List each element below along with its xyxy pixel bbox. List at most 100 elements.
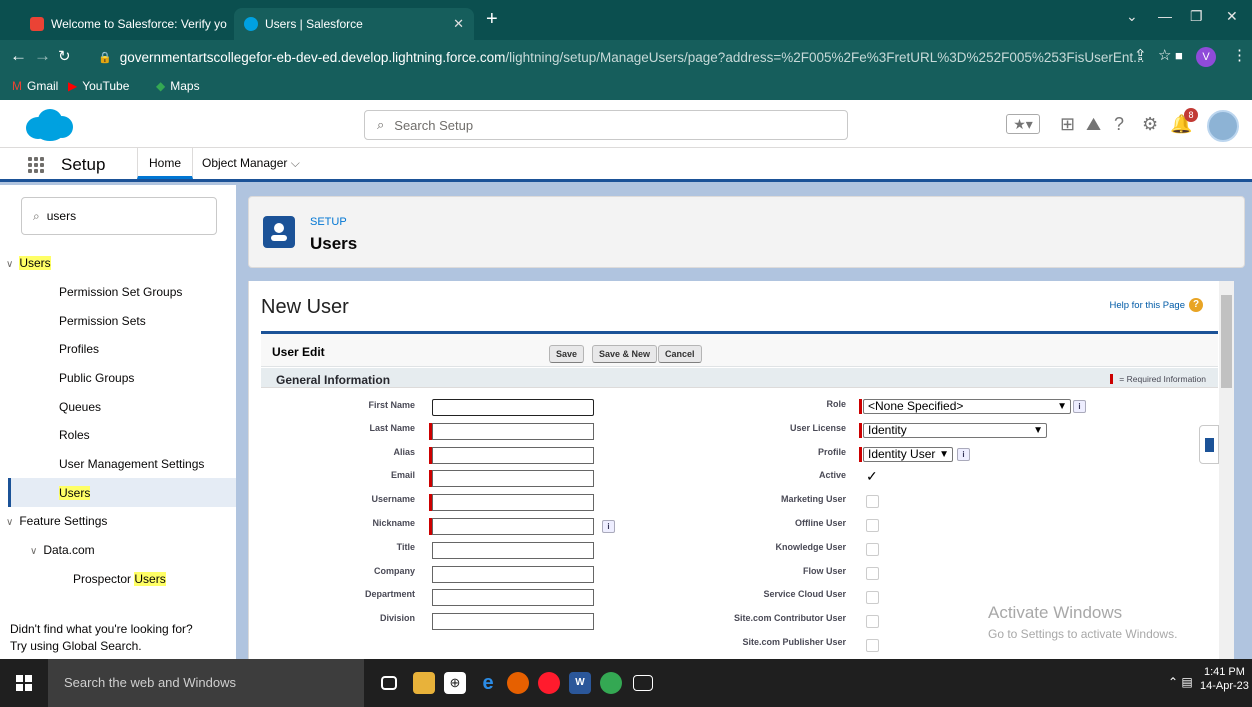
- close-tab-icon[interactable]: ✕: [453, 16, 464, 32]
- department-input[interactable]: [432, 589, 594, 606]
- opera-icon[interactable]: [538, 672, 560, 694]
- company-input[interactable]: [432, 566, 594, 583]
- user-license-select[interactable]: Identity ▼: [863, 423, 1047, 438]
- site-contributor-checkbox[interactable]: [866, 615, 879, 628]
- minimize-button[interactable]: —: [1158, 8, 1172, 24]
- close-window-button[interactable]: ✕: [1226, 8, 1238, 25]
- scrollbar-thumb[interactable]: [1221, 295, 1232, 388]
- nav-tab-home[interactable]: Home: [137, 148, 194, 179]
- site-publisher-checkbox[interactable]: [866, 639, 879, 652]
- service-cloud-user-checkbox[interactable]: [866, 591, 879, 604]
- help-icon[interactable]: ?: [1114, 114, 1124, 135]
- bookmark-star-icon[interactable]: ☆: [1158, 46, 1171, 64]
- save-button[interactable]: Save: [549, 345, 585, 363]
- first-name-input[interactable]: [432, 399, 594, 416]
- sidebar-item-profiles[interactable]: Profiles: [59, 342, 99, 356]
- bookmark-maps[interactable]: ◆ Maps: [156, 79, 200, 93]
- profile-select[interactable]: Identity User ▼: [863, 447, 953, 462]
- back-icon[interactable]: ←: [10, 46, 27, 66]
- new-tab-button[interactable]: +: [486, 9, 498, 29]
- activate-windows-title: Activate Windows: [988, 603, 1123, 622]
- sidebar-item-queues[interactable]: Queues: [59, 400, 101, 414]
- browser-tab-users[interactable]: Users | Salesforce ✕: [234, 8, 474, 40]
- word-icon[interactable]: W: [569, 672, 591, 694]
- restore-button[interactable]: ❐: [1190, 8, 1203, 25]
- user-avatar[interactable]: [1207, 110, 1239, 142]
- sidebar-group-feature-settings[interactable]: ∨ Feature Settings: [6, 514, 107, 528]
- quick-find-input[interactable]: ⌕ users: [21, 197, 217, 235]
- info-icon[interactable]: i: [957, 448, 970, 461]
- division-input[interactable]: [432, 613, 594, 630]
- bookmark-label: Gmail: [27, 79, 59, 93]
- sidebar-item-user-management-settings[interactable]: User Management Settings: [59, 457, 204, 471]
- sidebar-item-users[interactable]: Users: [59, 486, 91, 500]
- setup-search-input[interactable]: ⌕ Search Setup: [364, 110, 848, 140]
- taskbar-clock[interactable]: 1:41 PM 14-Apr-23: [1200, 665, 1249, 693]
- photos-icon[interactable]: [633, 675, 653, 691]
- share-icon[interactable]: ⇪: [1134, 46, 1147, 64]
- forward-icon[interactable]: →: [34, 46, 51, 66]
- sidebar-group-users[interactable]: ∨ Users: [6, 256, 51, 270]
- windows-start-icon[interactable]: [16, 675, 32, 691]
- menu-icon[interactable]: ⋮: [1232, 46, 1247, 64]
- save-and-new-button[interactable]: Save & New: [592, 345, 658, 363]
- sidebar-item-permission-set-groups[interactable]: Permission Set Groups: [59, 285, 182, 299]
- sidebar-item-users-selected[interactable]: [8, 478, 236, 507]
- bookmark-youtube[interactable]: ▶ YouTube: [68, 79, 129, 93]
- edge-icon[interactable]: e: [477, 672, 499, 694]
- sidebar-item-permission-sets[interactable]: Permission Sets: [59, 314, 146, 328]
- sidebar-group-label: Feature Settings: [19, 514, 108, 528]
- gmail-icon: M: [12, 79, 22, 93]
- offline-user-checkbox[interactable]: [866, 519, 879, 532]
- favorites-icon[interactable]: ★▾: [1006, 114, 1040, 134]
- app-launcher-icon[interactable]: [28, 157, 44, 173]
- chrome-icon[interactable]: [600, 672, 622, 694]
- clock-date: 14-Apr-23: [1200, 680, 1249, 692]
- active-checkbox[interactable]: ✓: [866, 468, 878, 485]
- browser-tab-strip: Welcome to Salesforce: Verify yo ✕ Users…: [0, 0, 1252, 40]
- firefox-icon[interactable]: [507, 672, 529, 694]
- sidebar-item-prospector-users[interactable]: Prospector Users: [73, 572, 166, 586]
- title-input[interactable]: [432, 542, 594, 559]
- field-label-alias: Alias: [393, 447, 415, 457]
- activate-windows-subtitle: Go to Settings to activate Windows.: [988, 627, 1178, 641]
- utility-panel-toggle[interactable]: [1199, 425, 1219, 464]
- reload-icon[interactable]: ↻: [58, 47, 71, 65]
- nav-tab-object-manager[interactable]: Object Manager ⌵: [202, 148, 300, 179]
- sidebar-item-roles[interactable]: Roles: [59, 428, 90, 442]
- help-link[interactable]: Help for this Page?: [1109, 298, 1203, 312]
- trailhead-icon[interactable]: ⛰: [1086, 114, 1101, 135]
- sidebar-group-datacom[interactable]: ∨ Data.com: [30, 543, 95, 557]
- cancel-button[interactable]: Cancel: [658, 345, 702, 363]
- profile-avatar[interactable]: V: [1196, 47, 1216, 67]
- field-label-marketing-user: Marketing User: [780, 494, 846, 504]
- browser-tab-gmail[interactable]: Welcome to Salesforce: Verify yo ✕: [20, 8, 256, 40]
- nickname-input[interactable]: [432, 518, 594, 535]
- sidepanel-icon[interactable]: ■: [1175, 48, 1183, 63]
- email-input[interactable]: [432, 470, 594, 487]
- marketing-user-checkbox[interactable]: [866, 495, 879, 508]
- add-icon[interactable]: ⊞: [1060, 114, 1075, 135]
- field-label-title: Title: [396, 542, 415, 552]
- knowledge-user-checkbox[interactable]: [866, 543, 879, 556]
- flow-user-checkbox[interactable]: [866, 567, 879, 580]
- task-view-icon[interactable]: [381, 676, 397, 690]
- alias-input[interactable]: [432, 447, 594, 464]
- address-bar[interactable]: 🔒 governmentartscollegefor-eb-dev-ed.dev…: [98, 45, 1150, 69]
- username-input[interactable]: [432, 494, 594, 511]
- tray-icons[interactable]: ⌃ ▤: [1168, 675, 1193, 689]
- sidebar-item-public-groups[interactable]: Public Groups: [59, 371, 134, 385]
- taskbar-search[interactable]: Search the web and Windows: [48, 659, 364, 707]
- file-explorer-icon[interactable]: [413, 672, 435, 694]
- role-select[interactable]: <None Specified> ▼: [863, 399, 1071, 414]
- sidebar-footer-line2[interactable]: Try using Global Search.: [10, 639, 142, 653]
- salesforce-logo-icon[interactable]: [24, 108, 74, 142]
- gear-icon[interactable]: ⚙: [1142, 114, 1158, 135]
- info-icon[interactable]: i: [602, 520, 615, 533]
- info-icon[interactable]: i: [1073, 400, 1086, 413]
- store-icon[interactable]: ⊕: [444, 672, 466, 694]
- tab-search-icon[interactable]: ⌄: [1126, 8, 1138, 25]
- bookmark-gmail[interactable]: M Gmail: [12, 79, 58, 93]
- youtube-icon: ▶: [68, 79, 78, 93]
- last-name-input[interactable]: [432, 423, 594, 440]
